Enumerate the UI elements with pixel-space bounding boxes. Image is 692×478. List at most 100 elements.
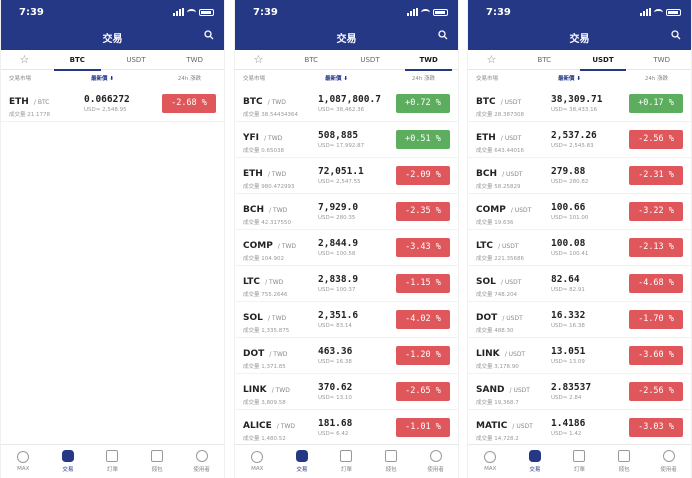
market-row[interactable]: BCH / TWD 成交量 42.317550 7,929.0 USD≈ 280.35… bbox=[235, 194, 458, 230]
market-row[interactable]: DOT / TWD 成交量 1,371.85 463.36 USD≈ 16.38 -1.… bbox=[235, 338, 458, 374]
tab-usdt[interactable]: USDT bbox=[107, 50, 166, 70]
header-market[interactable]: 交易市場 bbox=[243, 74, 325, 82]
change-badge: -3.03 % bbox=[629, 418, 683, 437]
market-row[interactable]: ETH / TWD 成交量 980.472993 72,051.1 USD≈ 2,54… bbox=[235, 158, 458, 194]
tab-usdt[interactable]: USDT bbox=[341, 50, 400, 70]
market-row[interactable]: BCH / USDT 成交量 58.25829 279.88 USD≈ 280.82 -… bbox=[468, 158, 691, 194]
market-row[interactable]: MATIC / USDT 成交量 14,728.2 1.4186 USD≈ 1.42 -… bbox=[468, 410, 691, 446]
title-row: 交易 bbox=[468, 24, 691, 50]
nav-item-max-logo[interactable]: MAX bbox=[235, 445, 280, 478]
market-row[interactable]: SAND / USDT 成交量 19,368.7 2.83537 USD≈ 2.84 -… bbox=[468, 374, 691, 410]
change-cell: -2.31 % bbox=[623, 166, 683, 185]
market-list: BTC / USDT 成交量 28.387308 38,309.71 USD≈ 38,… bbox=[468, 86, 691, 446]
last-price: 181.68 bbox=[318, 418, 353, 429]
wallet-icon bbox=[618, 450, 631, 462]
price-cell: 100.08 USD≈ 100.41 bbox=[551, 238, 623, 257]
last-price: 1,087,800.7 bbox=[318, 94, 381, 105]
nav-item-trade[interactable]: 交易 bbox=[280, 445, 325, 478]
market-row[interactable]: BTC / USDT 成交量 28.387308 38,309.71 USD≈ 38,… bbox=[468, 86, 691, 122]
market-row[interactable]: LTC / TWD 成交量 755.2646 2,838.9 USD≈ 100.37 -… bbox=[235, 266, 458, 302]
last-price: 7,929.0 bbox=[318, 202, 359, 213]
signal-icon bbox=[173, 8, 184, 16]
market-name-cell: MATIC / USDT 成交量 14,728.2 bbox=[476, 413, 551, 442]
last-price: 463.36 bbox=[318, 346, 353, 357]
market-name-cell: SOL / USDT 成交量 748.204 bbox=[476, 269, 551, 298]
tab-usdt[interactable]: USDT bbox=[574, 50, 633, 71]
bottom-nav: MAX 交易 訂單 錢包 使用者 bbox=[468, 444, 691, 478]
nav-item-user[interactable]: 使用者 bbox=[179, 445, 224, 478]
nav-item-orders[interactable]: 訂單 bbox=[324, 445, 369, 478]
nav-item-orders[interactable]: 訂單 bbox=[90, 445, 135, 478]
status-icons bbox=[640, 8, 681, 16]
nav-item-user[interactable]: 使用者 bbox=[413, 445, 458, 478]
max-logo-icon bbox=[17, 451, 30, 463]
usd-price: USD≈ 38,433.16 bbox=[551, 107, 598, 113]
nav-item-max-logo[interactable]: MAX bbox=[1, 445, 46, 478]
nav-label: 使用者 bbox=[660, 467, 677, 473]
header-24h-change[interactable]: 24h 漲跌 bbox=[397, 74, 450, 82]
search-icon[interactable] bbox=[438, 30, 448, 40]
market-row[interactable]: BTC / TWD 成交量 38.54434364 1,087,800.7 USD≈ … bbox=[235, 86, 458, 122]
quote-currency: / USDT bbox=[504, 351, 526, 358]
market-row[interactable]: ETH / BTC 成交量 21.1778 0.066272 USD≈ 2,548.9… bbox=[1, 86, 224, 122]
usd-price: USD≈ 2,545.83 bbox=[551, 143, 594, 149]
change-badge: -2.68 % bbox=[162, 94, 216, 113]
nav-item-max-logo[interactable]: MAX bbox=[468, 445, 513, 478]
tab-btc[interactable]: BTC bbox=[282, 50, 341, 70]
tab-twd[interactable]: TWD bbox=[632, 50, 691, 70]
favorites-star-icon[interactable]: ☆ bbox=[468, 50, 515, 70]
user-icon bbox=[429, 450, 442, 462]
header-latest-price[interactable]: 最新價 ⬇ bbox=[558, 74, 630, 82]
header-market[interactable]: 交易市場 bbox=[9, 74, 91, 82]
market-row[interactable]: YFI / TWD 成交量 0.65038 508,885 USD≈ 17,992.8… bbox=[235, 122, 458, 158]
nav-item-wallet[interactable]: 錢包 bbox=[369, 445, 414, 478]
nav-item-wallet[interactable]: 錢包 bbox=[602, 445, 647, 478]
search-icon[interactable] bbox=[671, 30, 681, 40]
price-cell: 82.64 USD≈ 82.91 bbox=[551, 274, 623, 293]
tab-btc[interactable]: BTC bbox=[48, 50, 107, 71]
market-list: BTC / TWD 成交量 38.54434364 1,087,800.7 USD≈ … bbox=[235, 86, 458, 446]
market-row[interactable]: LTC / USDT 成交量 221.35686 100.08 USD≈ 100.41… bbox=[468, 230, 691, 266]
market-pair: COMP / USDT bbox=[476, 197, 551, 216]
market-name-cell: YFI / TWD 成交量 0.65038 bbox=[243, 125, 318, 154]
tab-twd[interactable]: TWD bbox=[165, 50, 224, 70]
change-badge: -1.01 % bbox=[396, 418, 450, 437]
market-row[interactable]: LINK / USDT 成交量 3,178.90 13.051 USD≈ 13.09 -… bbox=[468, 338, 691, 374]
market-row[interactable]: LINK / TWD 成交量 3,809.58 370.62 USD≈ 13.10 -2… bbox=[235, 374, 458, 410]
change-cell: -2.09 % bbox=[390, 166, 450, 185]
search-icon[interactable] bbox=[204, 30, 214, 40]
change-badge: -3.43 % bbox=[396, 238, 450, 257]
change-badge: -4.68 % bbox=[629, 274, 683, 293]
nav-item-trade[interactable]: 交易 bbox=[513, 445, 558, 478]
header-latest-price[interactable]: 最新價 ⬇ bbox=[91, 74, 163, 82]
trade-volume: 成交量 980.472993 bbox=[243, 184, 295, 190]
tab-twd[interactable]: TWD bbox=[399, 50, 458, 71]
header-latest-price[interactable]: 最新價 ⬇ bbox=[325, 74, 397, 82]
header-24h-change[interactable]: 24h 漲跌 bbox=[163, 74, 216, 82]
nav-item-orders[interactable]: 訂單 bbox=[557, 445, 602, 478]
change-cell: +0.17 % bbox=[623, 94, 683, 113]
price-cell: 16.332 USD≈ 16.38 bbox=[551, 310, 623, 329]
market-row[interactable]: ETH / USDT 成交量 643.44016 2,537.26 USD≈ 2,54… bbox=[468, 122, 691, 158]
market-row[interactable]: SOL / TWD 成交量 1,335.875 2,351.6 USD≈ 83.14 -… bbox=[235, 302, 458, 338]
market-row[interactable]: COMP / TWD 成交量 104.902 2,844.9 USD≈ 100.58 -… bbox=[235, 230, 458, 266]
nav-item-trade[interactable]: 交易 bbox=[46, 445, 91, 478]
favorites-star-icon[interactable]: ☆ bbox=[235, 50, 282, 70]
header-24h-change[interactable]: 24h 漲跌 bbox=[630, 74, 683, 82]
quote-currency: / TWD bbox=[265, 279, 284, 286]
nav-item-user[interactable]: 使用者 bbox=[646, 445, 691, 478]
trade-volume: 成交量 1,335.875 bbox=[243, 328, 290, 334]
market-row[interactable]: ALICE / TWD 成交量 1,480.52 181.68 USD≈ 6.42 -1… bbox=[235, 410, 458, 446]
nav-item-wallet[interactable]: 錢包 bbox=[135, 445, 180, 478]
tab-btc[interactable]: BTC bbox=[515, 50, 574, 70]
header-market[interactable]: 交易市場 bbox=[476, 74, 558, 82]
change-cell: -2.68 % bbox=[156, 94, 216, 113]
market-name-cell: ALICE / TWD 成交量 1,480.52 bbox=[243, 413, 318, 442]
usd-price: USD≈ 13.09 bbox=[551, 359, 585, 365]
price-cell: 13.051 USD≈ 13.09 bbox=[551, 346, 623, 365]
usd-price: USD≈ 101.00 bbox=[551, 215, 589, 221]
favorites-star-icon[interactable]: ☆ bbox=[1, 50, 48, 70]
market-row[interactable]: DOT / USDT 成交量 488.30 16.332 USD≈ 16.38 -1.7… bbox=[468, 302, 691, 338]
market-row[interactable]: SOL / USDT 成交量 748.204 82.64 USD≈ 82.91 -4.6… bbox=[468, 266, 691, 302]
market-row[interactable]: COMP / USDT 成交量 19.636 100.66 USD≈ 101.00 -3… bbox=[468, 194, 691, 230]
